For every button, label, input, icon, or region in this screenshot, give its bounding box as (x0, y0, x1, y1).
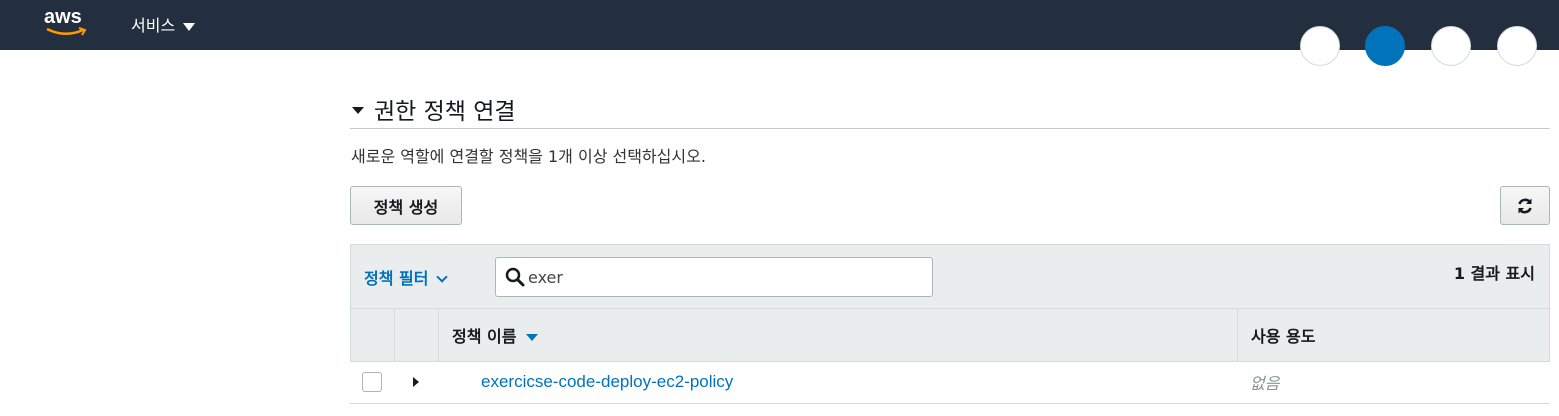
section-header[interactable]: 권한 정책 연결 (352, 92, 516, 126)
table-row: exercicse-code-deploy-ec2-policy 없음 (350, 362, 1550, 404)
sort-descending-icon (526, 334, 539, 341)
policy-filter-label: 정책 필터 (364, 269, 429, 288)
column-header-usage: 사용 용도 (1251, 327, 1316, 346)
wizard-step-3 (1431, 26, 1471, 66)
column-divider (394, 309, 395, 361)
section-title: 권한 정책 연결 (374, 99, 516, 125)
policy-filter-dropdown[interactable]: 정책 필터 (364, 265, 449, 289)
search-input[interactable] (528, 264, 923, 290)
caret-down-icon (183, 22, 196, 31)
refresh-button[interactable] (1500, 186, 1550, 225)
column-header-policy-name[interactable]: 정책 이름 (452, 323, 539, 347)
services-menu[interactable]: 서비스 (131, 12, 196, 36)
chevron-down-icon (436, 271, 449, 283)
refresh-icon (1518, 198, 1532, 213)
expand-row-icon[interactable] (413, 377, 419, 387)
section-description: 새로운 역할에 연결할 정책을 1개 이상 선택하십시오. (351, 147, 706, 166)
result-count: 1 결과 표시 (1453, 264, 1535, 283)
services-label: 서비스 (131, 16, 176, 35)
search-box[interactable] (495, 257, 933, 297)
aws-logo[interactable]: aws (44, 6, 92, 40)
column-divider (438, 309, 439, 361)
collapse-triangle-icon (352, 107, 364, 114)
policy-name-link[interactable]: exercicse-code-deploy-ec2-policy (481, 372, 733, 392)
column-header-label: 정책 이름 (452, 327, 517, 346)
wizard-step-4 (1497, 26, 1537, 66)
wizard-step-1 (1300, 26, 1340, 66)
wizard-step-2-active (1365, 26, 1405, 66)
table-header: 정책 이름 사용 용도 (350, 309, 1550, 362)
section-divider (350, 128, 1550, 129)
create-policy-button[interactable]: 정책 생성 (350, 186, 462, 225)
aws-smile-icon (46, 27, 87, 36)
column-divider (1237, 309, 1238, 361)
row-checkbox[interactable] (362, 372, 382, 392)
policy-usage: 없음 (1250, 374, 1280, 393)
search-icon (505, 267, 525, 287)
policy-filter-bar: 정책 필터 1 결과 표시 (350, 244, 1550, 309)
